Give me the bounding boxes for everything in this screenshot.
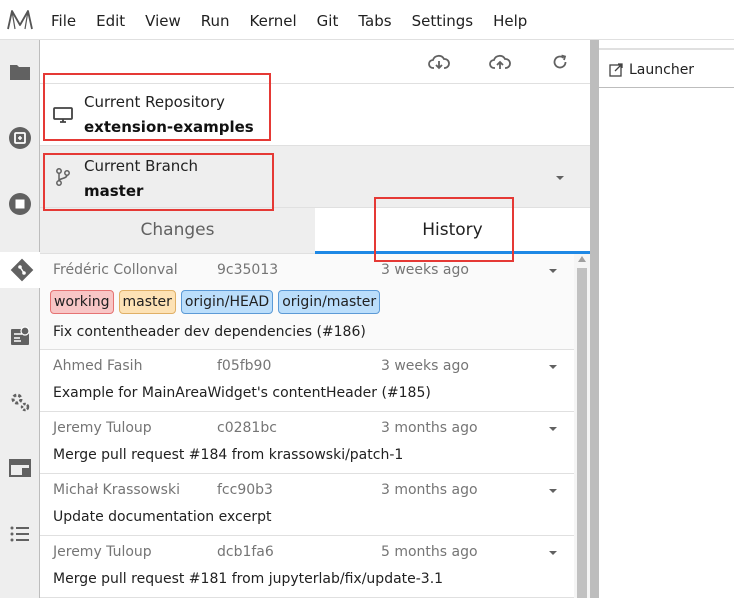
- commit-message: Fix contentheader dev dependencies (#186…: [53, 324, 366, 340]
- panel-splitter[interactable]: [590, 40, 599, 598]
- scroll-up-icon[interactable]: [578, 256, 586, 262]
- commit-date: 5 months ago: [381, 544, 478, 560]
- commit-row[interactable]: Ahmed Fasih f05fb90 3 weeks ago Example for…: [40, 350, 574, 412]
- left-sidebar: [0, 40, 41, 598]
- push-icon[interactable]: [488, 50, 512, 74]
- menu-items: File Edit View Run Kernel Git Tabs Settings Help: [40, 0, 537, 40]
- commit-author: Michał Krassowski: [53, 482, 180, 498]
- commit-author: Frédéric Collonval: [53, 262, 178, 278]
- commit-date: 3 weeks ago: [381, 262, 469, 278]
- extension-icon[interactable]: [0, 384, 40, 420]
- commit-tags: working master origin/HEAD origin/master: [50, 290, 381, 314]
- commit-sha: c0281bc: [217, 420, 277, 436]
- commit-sha: fcc90b3: [217, 482, 273, 498]
- commit-sha: f05fb90: [217, 358, 272, 374]
- scroll-thumb[interactable]: [577, 268, 587, 598]
- main-area: Launcher: [599, 40, 734, 598]
- caret-down-icon[interactable]: [548, 362, 558, 372]
- commit-message: Update documentation excerpt: [53, 509, 272, 525]
- commit-sha: 9c35013: [217, 262, 279, 278]
- commit-author: Jeremy Tuloup: [53, 420, 152, 436]
- branch-tag: working: [50, 290, 114, 314]
- folder-icon[interactable]: [0, 54, 40, 90]
- caret-down-icon[interactable]: [554, 172, 566, 184]
- menu-view[interactable]: View: [135, 0, 191, 40]
- commit-date: 3 months ago: [381, 420, 478, 436]
- caret-down-icon[interactable]: [548, 486, 558, 496]
- caret-down-icon[interactable]: [548, 548, 558, 558]
- tab-launcher[interactable]: Launcher: [599, 48, 734, 90]
- commit-date: 3 weeks ago: [381, 358, 469, 374]
- menu-edit[interactable]: Edit: [86, 0, 135, 40]
- commit-author: Ahmed Fasih: [53, 358, 143, 374]
- branch-tag: origin/master: [278, 290, 381, 314]
- tabs-icon[interactable]: [0, 450, 40, 486]
- history-list: Frédéric Collonval 9c35013 3 weeks ago work…: [40, 254, 574, 598]
- git-icon[interactable]: [0, 252, 41, 288]
- stop-icon[interactable]: [0, 186, 40, 222]
- jupyter-logo-icon: [0, 0, 40, 40]
- menu-help[interactable]: Help: [483, 0, 537, 40]
- menu-settings[interactable]: Settings: [402, 0, 484, 40]
- commit-message: Example for MainAreaWidget's contentHead…: [53, 385, 431, 401]
- annotation-box-repository: [43, 73, 271, 141]
- commit-row[interactable]: Jeremy Tuloup dcb1fa6 5 months ago Merge pu…: [40, 536, 574, 598]
- annotation-box-branch: [43, 153, 274, 211]
- commit-author: Jeremy Tuloup: [53, 544, 152, 560]
- caret-down-icon[interactable]: [548, 266, 558, 276]
- commit-message: Merge pull request #184 from krassowski/…: [53, 447, 404, 463]
- commit-message: Merge pull request #181 from jupyterlab/…: [53, 571, 444, 587]
- menu-run[interactable]: Run: [191, 0, 240, 40]
- commit-row[interactable]: Jeremy Tuloup c0281bc 3 months ago Merge pu…: [40, 412, 574, 474]
- commit-sha: dcb1fa6: [217, 544, 274, 560]
- menu-tabs[interactable]: Tabs: [348, 0, 401, 40]
- menu-git[interactable]: Git: [307, 0, 349, 40]
- menu-kernel[interactable]: Kernel: [240, 0, 307, 40]
- commit-row[interactable]: Frédéric Collonval 9c35013 3 weeks ago work…: [40, 254, 574, 350]
- commit-row[interactable]: Michał Krassowski fcc90b3 3 months ago Upda…: [40, 474, 574, 536]
- refresh-icon[interactable]: [548, 50, 572, 74]
- menu-file[interactable]: File: [40, 0, 86, 40]
- commit-date: 3 months ago: [381, 482, 478, 498]
- annotation-box-history-tab: [374, 197, 514, 262]
- pull-icon[interactable]: [427, 50, 451, 74]
- main-tab-bar: Launcher: [599, 40, 734, 88]
- menu-bar: File Edit View Run Kernel Git Tabs Settings Help: [0, 0, 734, 40]
- caret-down-icon[interactable]: [548, 424, 558, 434]
- launch-icon: [609, 63, 623, 77]
- branch-tag: master: [118, 290, 176, 314]
- scrollbar[interactable]: [574, 254, 590, 598]
- running-icon[interactable]: [0, 120, 40, 156]
- property-inspector-icon[interactable]: [0, 318, 40, 354]
- toc-icon[interactable]: [0, 516, 40, 552]
- launcher-tab-label: Launcher: [629, 62, 695, 78]
- tab-changes[interactable]: Changes: [40, 208, 315, 254]
- branch-tag: origin/HEAD: [180, 290, 274, 314]
